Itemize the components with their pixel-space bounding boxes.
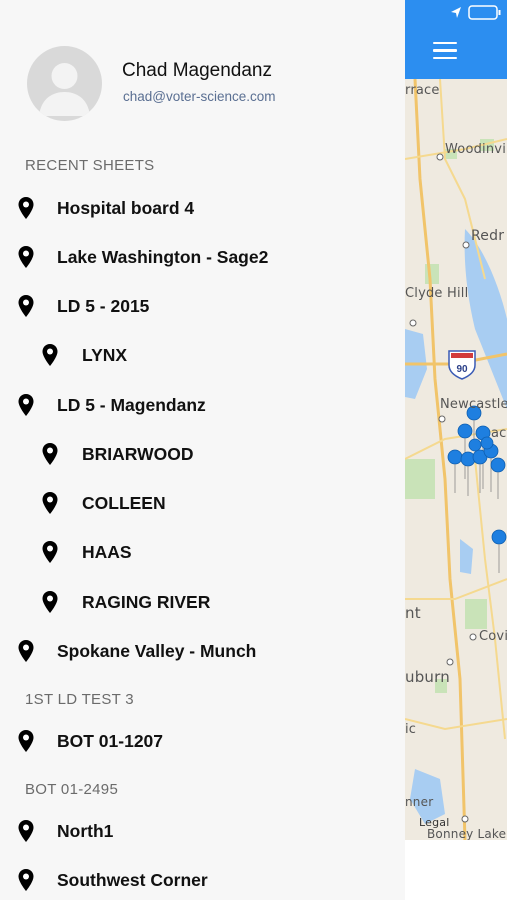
map-label: Redr	[471, 228, 505, 244]
map-view[interactable]: 90 rrace Woodinvi Redr Clyde Hill Newcas…	[405, 0, 507, 900]
map-label: Woodinvi	[445, 142, 507, 157]
sheet-item[interactable]: BOT 01-1207	[17, 721, 163, 761]
location-pin-icon	[42, 541, 58, 563]
sheet-subitem[interactable]: COLLEEN	[41, 483, 166, 523]
location-pin-icon	[18, 869, 34, 891]
map-label: Bonney Lake	[427, 827, 507, 841]
section-ld-test: 1ST LD TEST 3	[25, 691, 134, 708]
status-bar	[405, 0, 507, 26]
map-label: nner	[405, 795, 434, 809]
sheet-item-label: BOT 01-1207	[57, 730, 164, 751]
location-pin-icon	[42, 443, 58, 465]
map-label: rrace	[405, 83, 440, 98]
location-pin-icon	[18, 394, 34, 416]
sheet-item-label: Lake Washington - Sage2	[57, 246, 269, 267]
avatar[interactable]	[27, 46, 102, 121]
sheet-item-label: LD 5 - 2015	[57, 295, 150, 316]
side-drawer: Chad Magendanz chad@voter-science.com RE…	[0, 0, 405, 900]
map-label: nt	[405, 604, 421, 622]
section-bot: BOT 01-2495	[25, 781, 119, 798]
sheet-item-label: LYNX	[82, 344, 128, 365]
sheet-subitem[interactable]: LYNX	[41, 335, 127, 375]
map-label: Clyde Hill	[405, 286, 469, 301]
sheet-item-label: North1	[57, 820, 114, 841]
location-pin-icon	[42, 492, 58, 514]
sheet-item-label: COLLEEN	[82, 492, 166, 513]
location-pin-icon	[42, 591, 58, 613]
map-canvas[interactable]: 90	[405, 79, 507, 840]
hamburger-line	[433, 49, 457, 52]
hamburger-line	[433, 56, 457, 60]
map-label: Newcastle	[440, 397, 507, 412]
location-pin-icon	[42, 344, 58, 366]
map-footer	[405, 840, 507, 900]
sheet-item-label: LD 5 - Magendanz	[57, 394, 206, 415]
sheet-item-label: BRIARWOOD	[82, 443, 194, 464]
sheet-item[interactable]: Hospital board 4	[17, 188, 194, 228]
location-pin-icon	[18, 730, 34, 752]
sheet-item-label: RAGING RIVER	[82, 591, 211, 612]
top-bar	[405, 0, 507, 79]
location-pin-icon	[18, 295, 34, 317]
hamburger-line	[433, 42, 457, 45]
location-pin-icon	[18, 246, 34, 268]
location-pin-icon	[18, 640, 34, 662]
user-name: Chad Magendanz	[122, 60, 272, 81]
battery-icon	[468, 5, 501, 20]
sheet-item[interactable]: Lake Washington - Sage2	[17, 237, 268, 277]
sheet-subitem[interactable]: HAAS	[41, 532, 132, 572]
menu-button[interactable]	[433, 42, 457, 60]
sheet-subitem[interactable]: BRIARWOOD	[41, 434, 193, 474]
sheet-item[interactable]: LD 5 - 2015	[17, 286, 149, 326]
sheet-subitem[interactable]: RAGING RIVER	[41, 582, 210, 622]
section-recent-sheets: RECENT SHEETS	[25, 157, 155, 174]
location-pin-icon	[18, 820, 34, 842]
map-label: ac	[491, 426, 507, 441]
user-email: chad@voter-science.com	[123, 89, 276, 104]
sheet-item[interactable]: Southwest Corner	[17, 860, 208, 900]
user-silhouette-icon	[39, 63, 90, 116]
map-label: Covi	[479, 629, 507, 644]
sheet-item-label: Spokane Valley - Munch	[57, 640, 257, 661]
sheet-item-label: Hospital board 4	[57, 197, 195, 218]
sheet-item[interactable]: North1	[17, 811, 113, 851]
map-label: ic	[405, 722, 417, 737]
sheet-item-label: Southwest Corner	[57, 869, 208, 890]
map-label: uburn	[405, 668, 450, 686]
sheet-item-label: HAAS	[82, 541, 132, 562]
location-pin-icon	[18, 197, 34, 219]
highway-number: 90	[456, 364, 468, 375]
sheet-item[interactable]: Spokane Valley - Munch	[17, 631, 256, 671]
sheet-item[interactable]: LD 5 - Magendanz	[17, 385, 206, 425]
location-arrow-icon	[451, 7, 461, 18]
